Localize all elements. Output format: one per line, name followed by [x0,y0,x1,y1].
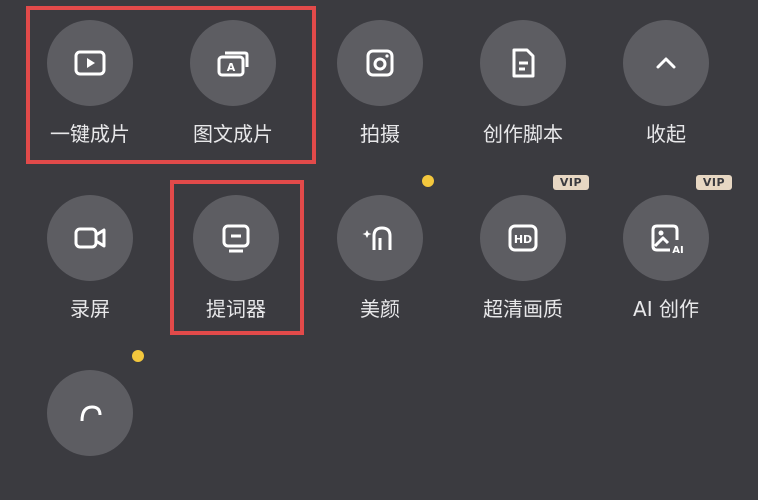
partial-icon [47,370,133,456]
tool-script[interactable]: 创作脚本 [463,0,583,150]
tool-label: AI 创作 [633,297,699,321]
new-dot-badge [422,175,434,187]
tool-label: 美颜 [360,297,400,321]
teleprompter-icon [193,195,279,281]
tool-beauty[interactable]: 美颜 [320,175,440,325]
tool-teleprompter[interactable]: 提词器 [176,175,296,325]
vip-badge: VIP [553,175,589,190]
vip-badge: VIP [696,175,732,190]
tool-ai-create[interactable]: AI VIP AI 创作 [606,175,732,325]
document-icon [480,20,566,106]
tool-label: 超清画质 [483,297,563,321]
hd-icon: HD [480,195,566,281]
svg-text:AI: AI [672,245,683,256]
tool-hd-quality[interactable]: HD VIP 超清画质 [463,175,589,325]
svg-text:HD: HD [514,233,532,246]
tool-shoot[interactable]: 拍摄 [320,0,440,150]
tool-label: 一键成片 [50,122,130,146]
beauty-icon [337,195,423,281]
new-dot-badge [132,350,144,362]
tool-image-text-video[interactable]: A 图文成片 [173,0,293,150]
video-camera-icon [47,195,133,281]
tool-label: 提词器 [206,297,266,321]
ai-image-icon: AI [623,195,709,281]
svg-text:A: A [227,61,236,74]
tool-partial[interactable] [30,350,150,500]
tool-collapse[interactable]: 收起 [606,0,726,150]
tool-label: 图文成片 [193,122,273,146]
chevron-up-icon [623,20,709,106]
camera-icon [337,20,423,106]
tool-label: 拍摄 [360,122,400,146]
tool-record-screen[interactable]: 录屏 [30,175,150,325]
image-text-icon: A [190,20,276,106]
tool-label: 收起 [646,122,686,146]
tool-label: 创作脚本 [483,122,563,146]
tool-label: 录屏 [70,297,110,321]
tool-one-click-video[interactable]: 一键成片 [30,0,150,150]
play-icon [47,20,133,106]
